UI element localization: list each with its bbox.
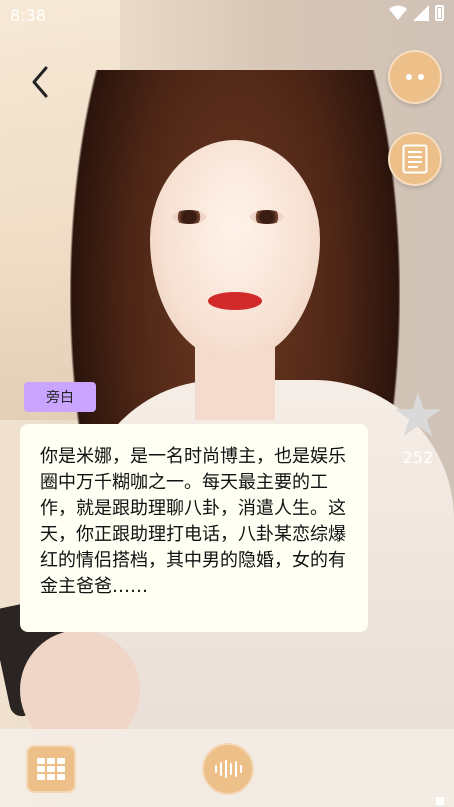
star-icon: ★ — [391, 381, 445, 451]
status-time: 8:38 — [10, 6, 46, 25]
character-eye-left — [172, 210, 206, 224]
story-dialog-card[interactable]: 你是米娜，是一名时尚博主，也是娱乐圈中万千糊咖之一。每天最主要的工作，就是跟助理… — [20, 424, 368, 632]
story-text: 你是米娜，是一名时尚博主，也是娱乐圈中万千糊咖之一。每天最主要的工作，就是跟助理… — [40, 446, 346, 597]
narrator-tag: 旁白 — [24, 382, 96, 412]
chevron-left-icon — [32, 66, 48, 98]
character-lips — [208, 292, 262, 310]
menu-button[interactable] — [26, 745, 76, 793]
voice-button[interactable] — [202, 743, 254, 795]
more-options-button[interactable] — [388, 50, 442, 104]
document-icon — [402, 144, 428, 174]
status-icons — [389, 5, 444, 21]
nav-indicator — [436, 797, 444, 805]
more-dots-icon — [406, 74, 424, 80]
wifi-icon — [389, 5, 407, 20]
character-eye-right — [250, 210, 284, 224]
cellular-icon — [413, 5, 429, 21]
script-button[interactable] — [388, 132, 442, 186]
status-bar: 8:38 — [0, 0, 454, 32]
grid-menu-icon — [37, 758, 65, 780]
favorite-button[interactable]: ★ 252 — [390, 386, 446, 467]
battery-icon — [435, 5, 444, 21]
bottom-bar — [0, 729, 454, 807]
voice-wave-icon — [214, 760, 242, 778]
back-button[interactable] — [26, 64, 56, 100]
